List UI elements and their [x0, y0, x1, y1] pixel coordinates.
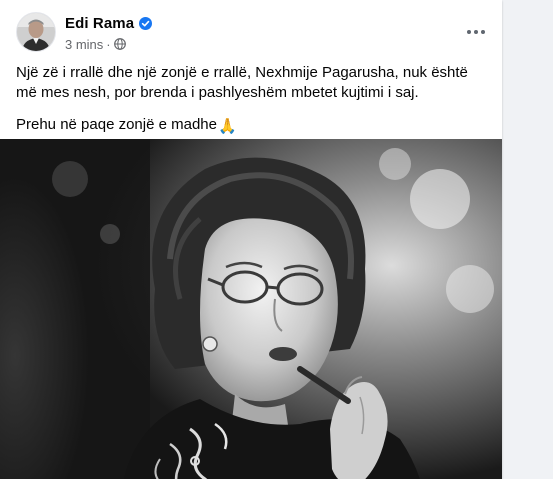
verified-badge-icon — [139, 16, 153, 30]
praying-hands-emoji: 🙏 — [217, 118, 237, 135]
author-avatar[interactable] — [16, 12, 56, 52]
post-header: Edi Rama 3 mins · — [16, 12, 486, 52]
post-meta: 3 mins · — [65, 36, 126, 52]
author-name-row: Edi Rama — [65, 14, 153, 32]
author-name[interactable]: Edi Rama — [65, 15, 134, 32]
more-options-button[interactable] — [458, 14, 494, 50]
meta-separator: · — [106, 36, 111, 52]
post-paragraph-text: Prehu në paqe zonjë e madhe — [16, 116, 217, 133]
news-feed: Edi Rama 3 mins · Një zë i rrallë dhe nj… — [0, 0, 553, 479]
post-card: Edi Rama 3 mins · Një zë i rrallë dhe nj… — [0, 0, 502, 479]
post-paragraph: Një zë i rrallë dhe një zonjë e rrallë, … — [16, 64, 468, 101]
globe-icon[interactable] — [113, 38, 126, 50]
portrait-photo — [0, 139, 502, 479]
post-timestamp[interactable]: 3 mins — [65, 37, 103, 52]
more-options-icon — [467, 30, 485, 34]
post-text: Një zë i rrallë dhe një zonjë e rrallë, … — [16, 63, 486, 137]
avatar-photo — [17, 13, 55, 51]
post-paragraph-farewell: Prehu në paqe zonjë e madhe🙏 — [16, 115, 486, 137]
post-photo[interactable] — [0, 139, 502, 479]
